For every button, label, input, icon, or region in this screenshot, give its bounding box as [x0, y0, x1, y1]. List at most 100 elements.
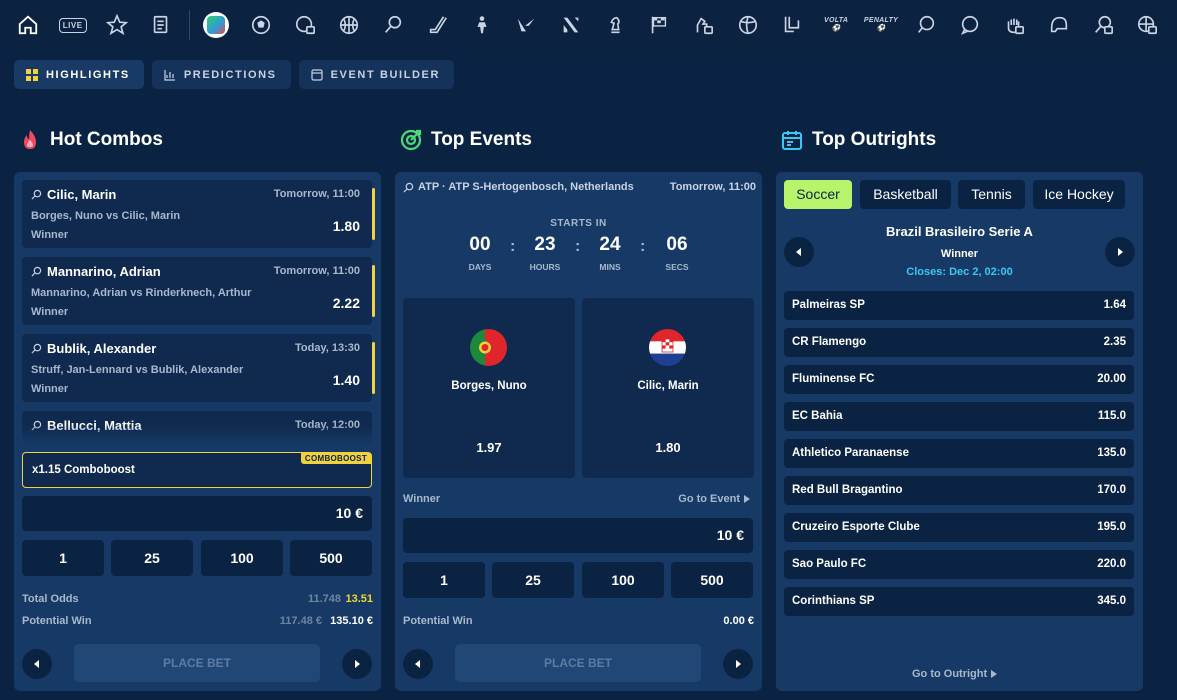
virtual-basketball-icon[interactable]: [1133, 10, 1162, 40]
outright-row[interactable]: Red Bull Bragantino 170.0: [784, 476, 1134, 505]
combo-selection[interactable]: Mannarino, Adrian Tomorrow, 11:00 Mannar…: [22, 257, 375, 325]
combo-selection[interactable]: Bellucci, Mattia Today, 12:00: [22, 411, 372, 445]
quick-stake-button[interactable]: 500: [290, 540, 372, 576]
potential-win-original: 117.48 €: [279, 615, 322, 627]
total-odds-label: Total Odds: [22, 593, 79, 605]
flame-icon: [18, 128, 42, 152]
racing-flag-icon[interactable]: [645, 10, 674, 40]
next-button[interactable]: [723, 649, 753, 679]
tab-label: EVENT BUILDER: [330, 68, 441, 81]
esports-shooter-icon[interactable]: [468, 10, 497, 40]
tab-label: PREDICTIONS: [183, 68, 277, 81]
total-odds-original: 11.748: [307, 593, 341, 605]
volleyball-icon[interactable]: [733, 10, 762, 40]
countdown-separator: :: [575, 238, 581, 255]
home-icon[interactable]: [14, 10, 43, 40]
outright-team: Corinthians SP: [792, 595, 875, 607]
live-icon[interactable]: LIVE: [58, 10, 87, 40]
combo-selection[interactable]: Cilic, Marin Tomorrow, 11:00 Borges, Nun…: [22, 180, 375, 248]
place-bet-button[interactable]: PLACE BET: [455, 644, 701, 682]
chart-icon: [164, 69, 176, 81]
worldcup-icon[interactable]: [202, 10, 231, 40]
star-icon[interactable]: [103, 10, 132, 40]
esports-icon[interactable]: [556, 10, 585, 40]
chat-icon[interactable]: [956, 10, 985, 40]
section-title-text: Top Outrights: [812, 129, 937, 150]
prev-button[interactable]: [22, 649, 52, 679]
volta-label: VOLTA: [824, 17, 849, 24]
quick-stake-button[interactable]: 500: [671, 562, 753, 598]
tab-predictions[interactable]: PREDICTIONS: [151, 60, 291, 89]
outright-team: Fluminense FC: [792, 373, 875, 385]
next-button[interactable]: [342, 649, 372, 679]
comboboost-box[interactable]: x1.15 Comboboost COMBOBOOST: [22, 452, 372, 488]
tennis-icon[interactable]: [379, 10, 408, 40]
quick-stake-button[interactable]: 1: [403, 562, 485, 598]
basketball-icon[interactable]: [335, 10, 364, 40]
volta-icon[interactable]: VOLTA ⚽: [822, 10, 851, 40]
potential-win-label: Potential Win: [403, 615, 473, 627]
chess-icon[interactable]: [600, 10, 629, 40]
quick-stake-button[interactable]: 25: [492, 562, 574, 598]
combo-selection[interactable]: Bublik, Alexander Today, 13:30 Struff, J…: [22, 334, 375, 402]
penalty-icon[interactable]: PENALTY ⚽: [864, 10, 898, 40]
outright-odds: 195.0: [1097, 521, 1126, 533]
sport-tab-basketball[interactable]: Basketball: [860, 180, 951, 209]
quick-stake-button[interactable]: 100: [201, 540, 283, 576]
outright-row[interactable]: Sao Paulo FC 220.0: [784, 550, 1134, 579]
stake-input[interactable]: 10 €: [403, 518, 753, 553]
sport-tab-soccer[interactable]: Soccer: [784, 180, 852, 209]
virtual-soccer-icon[interactable]: [291, 10, 320, 40]
countdown-hours: 23 HOURS: [529, 234, 561, 272]
go-to-outright-link[interactable]: Go to Outright: [912, 668, 998, 680]
outright-row[interactable]: Corinthians SP 345.0: [784, 587, 1134, 616]
next-competition-button[interactable]: [1105, 237, 1135, 267]
section-title-text: Top Events: [431, 129, 532, 150]
outright-odds: 20.00: [1097, 373, 1126, 385]
tab-highlights[interactable]: HIGHLIGHTS: [14, 60, 144, 89]
soccer-icon[interactable]: [246, 10, 275, 40]
tab-label: HIGHLIGHTS: [46, 68, 130, 81]
badminton-icon[interactable]: [1089, 10, 1118, 40]
outright-odds: 170.0: [1097, 484, 1126, 496]
outright-row[interactable]: Cruzeiro Esporte Clube 195.0: [784, 513, 1134, 542]
helmet-icon[interactable]: [1044, 10, 1073, 40]
fist-icon[interactable]: [1000, 10, 1029, 40]
event-time: Tomorrow, 11:00: [669, 181, 756, 193]
outright-row[interactable]: Fluminense FC 20.00: [784, 365, 1134, 394]
league-icon[interactable]: [777, 10, 806, 40]
caret-right-icon: [744, 495, 750, 503]
outright-row[interactable]: Athletico Paranaense 135.0: [784, 439, 1134, 468]
sport-tab-tennis[interactable]: Tennis: [958, 180, 1025, 209]
prev-button[interactable]: [403, 649, 433, 679]
tab-event-builder[interactable]: EVENT BUILDER: [298, 60, 455, 89]
hockey-stick-icon[interactable]: [423, 10, 452, 40]
outright-team: EC Bahia: [792, 410, 843, 422]
place-bet-button[interactable]: PLACE BET: [74, 644, 320, 682]
valorant-icon[interactable]: [512, 10, 541, 40]
sport-tab-ice-hockey[interactable]: Ice Hockey: [1033, 180, 1125, 209]
combo-odds: 1.80: [332, 218, 360, 234]
outright-row[interactable]: CR Flamengo 2.35: [784, 328, 1134, 357]
outright-team: Red Bull Bragantino: [792, 484, 903, 496]
outright-odds: 345.0: [1097, 595, 1126, 607]
go-to-event-link[interactable]: Go to Event: [678, 493, 750, 505]
stake-input[interactable]: 10 €: [22, 496, 372, 531]
horse-racing-icon[interactable]: [689, 10, 718, 40]
quick-stake-button[interactable]: 25: [111, 540, 193, 576]
top-events-title: Top Events: [399, 128, 532, 152]
target-icon: [399, 128, 423, 152]
quick-stake-button[interactable]: 100: [582, 562, 664, 598]
team-odds-card[interactable]: Borges, Nuno 1.97: [403, 298, 575, 478]
combo-player: Bellucci, Mattia: [47, 418, 142, 433]
outright-row[interactable]: EC Bahia 115.0: [784, 402, 1134, 431]
quick-stake-button[interactable]: 1: [22, 540, 104, 576]
table-tennis-icon[interactable]: [912, 10, 941, 40]
combo-time: Tomorrow, 11:00: [273, 265, 360, 277]
outright-row[interactable]: Palmeiras SP 1.64: [784, 291, 1134, 320]
team-odds-card[interactable]: Cilic, Marin 1.80: [582, 298, 754, 478]
betslip-icon[interactable]: [147, 10, 176, 40]
croatia-flag-icon: [649, 329, 686, 366]
hot-combos-title: Hot Combos: [18, 128, 163, 152]
combo-player: Bublik, Alexander: [47, 341, 157, 356]
